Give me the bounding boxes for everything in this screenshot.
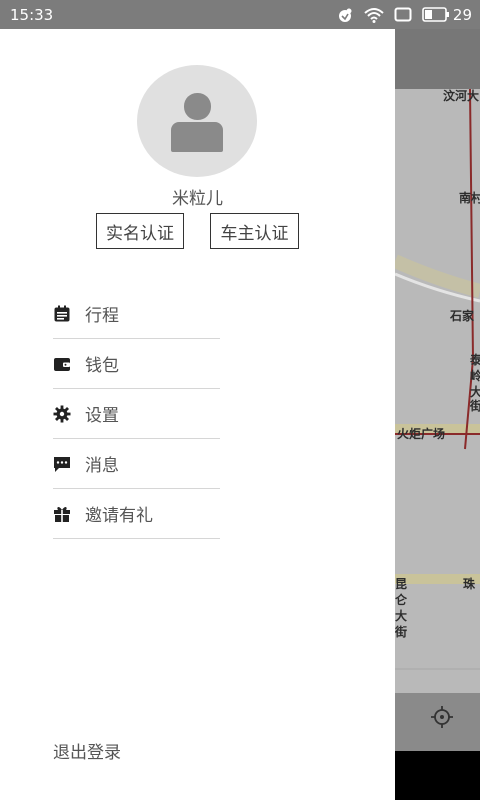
battery-icon <box>422 7 449 22</box>
map-label: 珠 <box>463 577 476 591</box>
map-label: 火炬广场 <box>397 427 446 441</box>
map-label: 岭 <box>470 369 480 383</box>
wallet-icon <box>53 355 71 373</box>
map-label: 昆 <box>395 577 408 591</box>
map-label: 街 <box>470 399 480 413</box>
map-label: 大 <box>395 609 408 623</box>
menu-item-invite[interactable]: 邀请有礼 <box>53 489 220 539</box>
notification-icon <box>338 7 354 23</box>
menu-label: 消息 <box>85 456 119 476</box>
status-time: 15:33 <box>10 5 54 24</box>
menu-item-trips[interactable]: 行程 <box>53 289 220 339</box>
gift-icon <box>53 505 71 523</box>
map-label: 仑 <box>395 593 408 607</box>
username: 米粒儿 <box>172 189 223 209</box>
map-label: 街 <box>395 625 408 639</box>
avatar-body <box>171 122 223 152</box>
map-view[interactable]: 汶河大 南村 石家 泰 岭 大 街 火炬广场 昆 仑 大 街 珠 <box>395 29 480 751</box>
battery-level: 29 <box>452 5 472 24</box>
calendar-icon <box>53 305 71 323</box>
wifi-icon <box>364 7 384 23</box>
gear-icon <box>53 405 71 423</box>
battery: 29 <box>422 6 472 24</box>
drawer-menu: 行程 钱包 设置 消息 邀请有礼 <box>53 289 220 539</box>
map-label: 石家 <box>450 309 475 323</box>
menu-item-messages[interactable]: 消息 <box>53 439 220 489</box>
menu-label: 设置 <box>85 406 119 426</box>
map-roads <box>395 88 480 693</box>
map-footer <box>395 751 480 800</box>
avatar-head <box>184 93 211 120</box>
avatar[interactable] <box>137 65 257 177</box>
map-label: 汶河大 <box>443 89 480 103</box>
car-owner-auth-button[interactable]: 车主认证 <box>210 213 299 249</box>
navigation-drawer: 米粒儿 实名认证 车主认证 行程 钱包 设置 消息 邀请有礼 退出登录 <box>0 29 395 800</box>
map-label: 泰 <box>470 353 480 367</box>
menu-item-settings[interactable]: 设置 <box>53 389 220 439</box>
locate-icon[interactable] <box>430 705 454 733</box>
menu-item-wallet[interactable]: 钱包 <box>53 339 220 389</box>
status-bar: 15:33 29 <box>0 0 480 29</box>
menu-label: 邀请有礼 <box>85 506 153 526</box>
menu-label: 行程 <box>85 306 119 326</box>
message-icon <box>53 455 71 473</box>
real-name-auth-button[interactable]: 实名认证 <box>96 213 184 249</box>
screen-icon <box>394 7 412 22</box>
logout-button[interactable]: 退出登录 <box>53 738 121 763</box>
map-label: 南村 <box>459 191 480 205</box>
menu-label: 钱包 <box>85 356 119 376</box>
